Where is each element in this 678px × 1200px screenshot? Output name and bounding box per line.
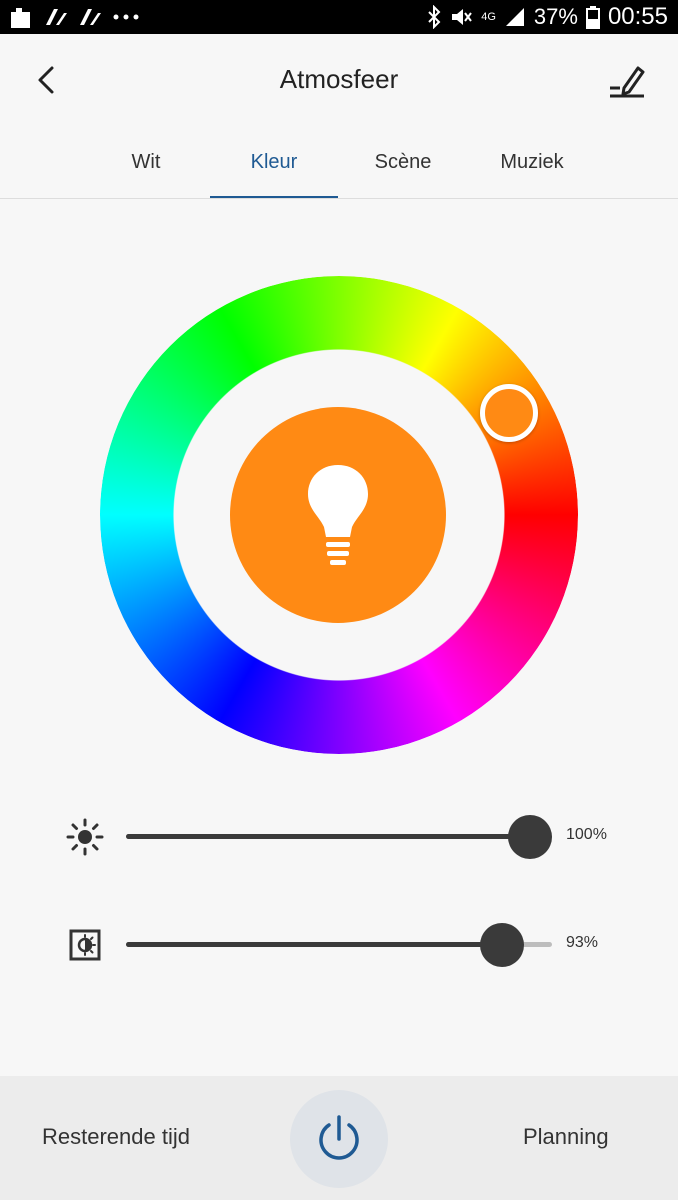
- contrast-slider-fill: [126, 942, 502, 947]
- tab-bar: Wit Kleur Scène Muziek: [0, 126, 678, 199]
- clock: 00:55: [607, 3, 668, 30]
- brightness-slider-track[interactable]: [126, 815, 552, 859]
- brightness-slider-row: 100%: [0, 806, 678, 866]
- network-label: 4G: [481, 11, 496, 23]
- selected-color-preview: [230, 407, 446, 623]
- contrast-icon: [69, 929, 101, 961]
- status-bar-left: [8, 0, 140, 34]
- edit-icon: [610, 66, 645, 98]
- contrast-slider-row: 93%: [0, 914, 678, 974]
- app-bar: Atmosfeer: [0, 34, 678, 126]
- power-icon: [319, 1115, 359, 1160]
- bluetooth-icon: [428, 5, 441, 29]
- brightness-slider-thumb[interactable]: [508, 815, 552, 859]
- more-dots-icon: [113, 14, 139, 20]
- page-title: Atmosfeer: [279, 64, 399, 94]
- status-bar-right: 4G 37% 00:55: [427, 0, 668, 34]
- active-tab-indicator: [210, 196, 338, 198]
- planning-button[interactable]: Planning: [523, 1124, 609, 1150]
- tab-muziek[interactable]: Muziek: [468, 126, 596, 198]
- contrast-value: 93%: [566, 934, 599, 951]
- battery-percent: 37%: [533, 4, 578, 29]
- vibrate-off-icon: [452, 9, 473, 25]
- notification-icon: [11, 8, 30, 28]
- brightness-value: 100%: [566, 826, 607, 843]
- brightness-slider-fill: [126, 834, 530, 839]
- brightness-icon: [66, 818, 104, 856]
- edit-button[interactable]: [606, 60, 650, 104]
- remaining-time-button[interactable]: Resterende tijd: [42, 1124, 190, 1150]
- bulb-icon: [308, 465, 368, 565]
- tab-kleur[interactable]: Kleur: [210, 126, 338, 198]
- contrast-slider-track[interactable]: [126, 923, 552, 967]
- app-icon: [80, 9, 101, 25]
- tab-wit[interactable]: Wit: [82, 126, 210, 198]
- tab-scene[interactable]: Scène: [339, 126, 467, 198]
- color-wheel-container: [100, 276, 578, 754]
- app-icon: [46, 9, 67, 25]
- signal-icon: [505, 8, 524, 26]
- status-bar: 4G 37% 00:55: [0, 0, 678, 34]
- battery-icon: [585, 6, 600, 29]
- power-button[interactable]: [290, 1090, 388, 1188]
- bottom-bar: Resterende tijd Planning: [0, 1076, 678, 1200]
- color-picker-handle[interactable]: [480, 384, 538, 442]
- contrast-slider-thumb[interactable]: [479, 923, 524, 967]
